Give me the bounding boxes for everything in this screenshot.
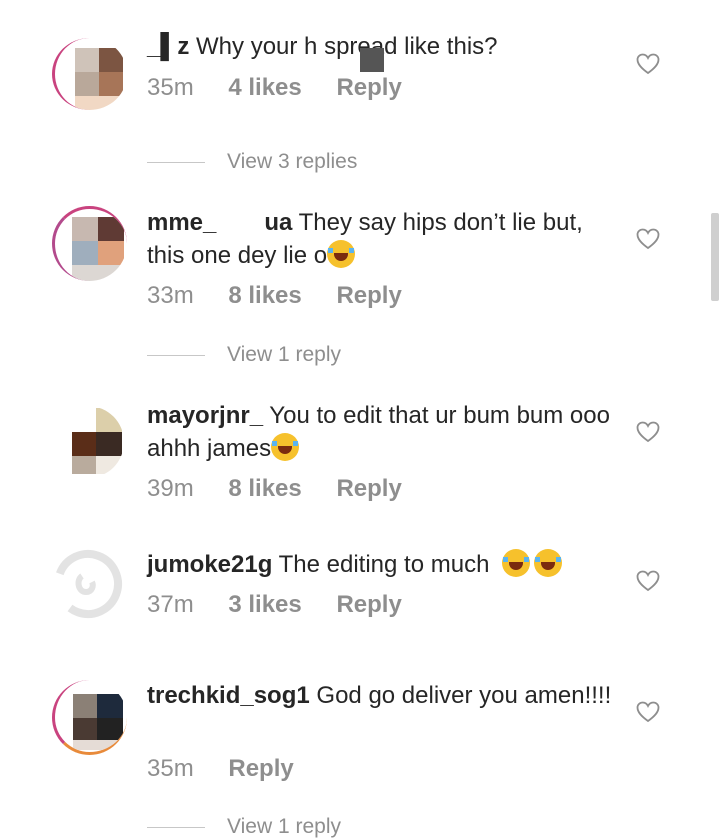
laughing-emoji-icon [327, 240, 356, 268]
username[interactable]: mme_ ua [147, 209, 292, 236]
comment-time: 33m [147, 282, 194, 309]
comment-body: God go deliver you amen!!!! [316, 682, 612, 709]
comment-meta: 35m 4 likes Reply [147, 74, 430, 102]
avatar-pixel [72, 432, 96, 456]
comment-text: mme_ ua They say hips don’t lie but, thi… [147, 206, 617, 272]
username[interactable]: _▌z [147, 33, 189, 60]
avatar-pixel [72, 265, 124, 281]
comment-text: trechkid_sog1 God go deliver you amen!!!… [147, 679, 617, 712]
heart-icon[interactable] [636, 421, 660, 443]
avatar-pixel [75, 48, 99, 72]
avatar[interactable] [52, 38, 127, 110]
avatar-pixel [75, 96, 123, 110]
avatar-pixel [97, 718, 123, 740]
comment-meta: 35m Reply [147, 755, 322, 783]
avatar-pixel [96, 408, 122, 432]
avatar[interactable] [52, 406, 124, 478]
heart-icon[interactable] [636, 701, 660, 723]
username[interactable]: trechkid_sog1 [147, 682, 310, 709]
heart-icon[interactable] [636, 570, 660, 592]
comment-meta: 33m 8 likes Reply [147, 282, 430, 310]
divider-line [147, 161, 205, 163]
comment-time: 37m [147, 591, 194, 618]
likes-count[interactable]: 3 likes [228, 591, 301, 618]
username[interactable]: jumoke21g [147, 551, 272, 578]
heart-icon[interactable] [636, 53, 660, 75]
view-replies-label: View 1 reply [227, 343, 342, 366]
comment-meta: 39m 8 likes Reply [147, 475, 430, 503]
avatar-pixel [99, 48, 123, 72]
comment-time: 35m [147, 74, 194, 101]
divider-line [147, 826, 205, 828]
divider-line [147, 354, 205, 356]
avatar[interactable] [52, 206, 127, 281]
avatar-pixel [73, 718, 97, 740]
reply-button[interactable]: Reply [336, 475, 401, 502]
comment-time: 39m [147, 475, 194, 502]
laughing-emoji-icon [502, 549, 531, 577]
avatar-pixel [98, 241, 124, 265]
avatar-pixel [73, 740, 123, 750]
laughing-emoji-icon [271, 433, 300, 461]
comment-text: mayorjnr_ You to edit that ur bum bum oo… [147, 399, 617, 465]
avatar-pixel [73, 694, 97, 718]
comment-meta: 37m 3 likes Reply [147, 591, 430, 619]
avatar-pixel [97, 694, 123, 718]
view-replies-button[interactable]: View 1 reply [147, 343, 341, 367]
view-replies-button[interactable]: View 1 reply [147, 815, 341, 839]
comment-body: The editing to much [278, 551, 490, 578]
avatar-pixel [98, 217, 124, 241]
avatar-pixel [99, 72, 123, 96]
avatar-pixel [72, 241, 98, 265]
reply-button[interactable]: Reply [336, 591, 401, 618]
avatar[interactable] [52, 680, 127, 755]
avatar-pixel [96, 432, 122, 456]
laughing-emoji-icon [534, 549, 563, 577]
avatar-pixel [72, 456, 96, 474]
avatar[interactable] [52, 548, 124, 620]
default-avatar-icon [54, 550, 122, 618]
username[interactable]: mayorjnr_ [147, 402, 263, 429]
reply-button[interactable]: Reply [336, 282, 401, 309]
reply-button[interactable]: Reply [336, 74, 401, 101]
scrollbar[interactable] [711, 213, 719, 301]
view-replies-button[interactable]: View 3 replies [147, 150, 357, 174]
likes-count[interactable]: 4 likes [228, 74, 301, 101]
avatar-pixel [72, 217, 98, 241]
censor-block [360, 48, 384, 72]
heart-icon[interactable] [636, 228, 660, 250]
comment-text: jumoke21g The editing to much [147, 548, 617, 581]
likes-count[interactable]: 8 likes [228, 475, 301, 502]
avatar-pixel [96, 456, 122, 474]
view-replies-label: View 3 replies [227, 150, 358, 173]
reply-button[interactable]: Reply [228, 755, 293, 782]
comment-time: 35m [147, 755, 194, 782]
comment-body: Why your h spread like this? [196, 33, 498, 60]
likes-count[interactable]: 8 likes [228, 282, 301, 309]
avatar-pixel [75, 72, 99, 96]
view-replies-label: View 1 reply [227, 815, 342, 838]
